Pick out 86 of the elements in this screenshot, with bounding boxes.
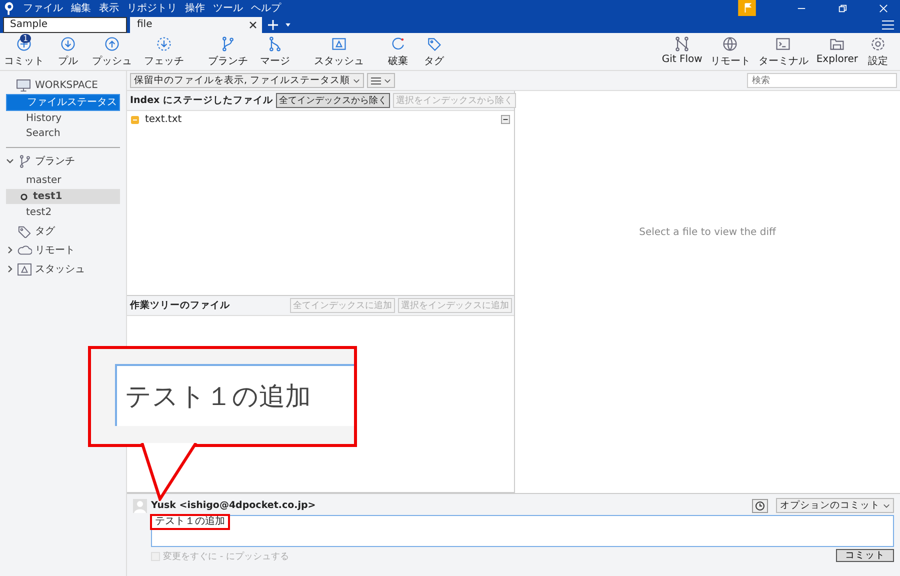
stash-icon <box>331 36 347 52</box>
menu-item[interactable]: ツール <box>213 1 243 15</box>
toolbar-button[interactable]: リモート <box>710 36 750 68</box>
menu-icon[interactable] <box>882 20 894 30</box>
pane-title: Index にステージしたファイル <box>130 94 273 107</box>
menu-item[interactable]: リポジトリ <box>127 1 177 15</box>
caret-icon <box>353 77 360 84</box>
tag-icon <box>426 36 442 52</box>
fetch-icon <box>156 36 172 52</box>
commit-button[interactable]: コミット <box>836 549 894 562</box>
pane-title: 作業ツリーのファイル <box>130 299 231 312</box>
current-branch-icon <box>20 192 28 200</box>
chevron-down-icon[interactable] <box>6 157 14 165</box>
branch-item[interactable]: test1 <box>6 189 120 204</box>
file-name[interactable]: text.txt <box>145 114 182 125</box>
toolbar-button[interactable]: マージ <box>260 36 290 68</box>
menu-item[interactable]: ヘルプ <box>251 1 281 15</box>
toolbar-button[interactable]: プル <box>56 36 80 68</box>
toolbar-button[interactable]: 破棄 <box>386 36 410 68</box>
history-button[interactable] <box>752 498 768 512</box>
flow-icon <box>674 36 690 52</box>
plus-icon <box>16 36 32 52</box>
discard-icon <box>390 36 406 52</box>
pane-button[interactable]: 全てインデックスから除く <box>276 93 390 108</box>
menu-item[interactable]: 表示 <box>99 1 119 15</box>
empty-diff-message: Select a file to view the diff <box>639 226 776 238</box>
sidebar-section[interactable]: タグ <box>35 224 55 238</box>
merge-icon <box>267 36 283 52</box>
menu-item[interactable]: 操作 <box>185 1 205 15</box>
close-icon[interactable] <box>879 4 888 12</box>
flag-icon[interactable] <box>737 0 757 16</box>
branch-icon <box>220 36 236 52</box>
toolbar-button[interactable]: タグ <box>422 36 446 68</box>
globe-icon <box>722 36 738 52</box>
gear-icon <box>870 36 886 52</box>
down-icon <box>60 36 76 52</box>
filter-dropdown[interactable]: 保留中のファイルを表示, ファイルステータス順 <box>130 73 364 88</box>
toolbar-button[interactable]: ターミナル <box>758 36 808 68</box>
chevron-right-icon[interactable] <box>6 246 14 254</box>
avatar-icon <box>133 498 147 512</box>
repo-tab[interactable]: file <box>130 17 248 33</box>
sidebar-item[interactable]: ファイルステータス <box>6 94 120 111</box>
zoomed-text: テスト１の追加 <box>125 380 311 414</box>
tag-icon <box>17 224 32 238</box>
caret-icon <box>883 502 890 509</box>
modified-status-icon <box>131 116 139 124</box>
view-mode-dropdown[interactable] <box>367 73 396 88</box>
toolbar-button[interactable]: フェッチ <box>144 36 184 68</box>
branch-item[interactable]: master <box>6 173 120 188</box>
branch-icon <box>17 154 32 168</box>
sidebar-section[interactable]: スタッシュ <box>35 262 85 276</box>
toolbar-button[interactable]: 設定 <box>866 36 890 68</box>
list-icon <box>371 76 382 84</box>
branch-item[interactable]: test2 <box>6 205 120 220</box>
checkbox-label: 変更をすぐに - にプッシュする <box>163 550 289 563</box>
add-tab-icon[interactable] <box>268 20 278 30</box>
unstage-icon[interactable] <box>501 115 510 124</box>
toolbar-button[interactable]: スタッシュ <box>314 36 364 68</box>
toolbar-button[interactable]: Git Flow <box>662 36 702 65</box>
folder-icon <box>829 36 846 52</box>
count-badge: 1 <box>20 34 32 43</box>
sidebar-item[interactable]: Search <box>6 126 120 141</box>
commit-options-dropdown[interactable]: オプションのコミット <box>776 498 894 513</box>
commit-message-field[interactable]: テスト１の追加 <box>151 515 894 547</box>
sidebar-section[interactable]: リモート <box>35 243 75 257</box>
stash-icon <box>17 262 32 276</box>
dropdown-icon[interactable] <box>284 21 292 29</box>
search-field[interactable]: 検索 <box>747 73 897 88</box>
author-name: Yusk <ishigo@4dpocket.co.jp> <box>151 500 316 511</box>
section-heading: WORKSPACE <box>35 80 98 91</box>
menu-item[interactable]: ファイル <box>23 1 63 15</box>
monitor-icon <box>16 79 31 92</box>
toolbar-button[interactable]: ブランチ <box>208 36 248 68</box>
chevron-right-icon[interactable] <box>6 265 14 273</box>
sidebar-section[interactable]: ブランチ <box>35 154 75 168</box>
caret-icon <box>384 77 392 84</box>
toolbar-button[interactable]: プッシュ <box>92 36 132 68</box>
toolbar-button[interactable]: 1 コミット <box>4 36 44 68</box>
sidebar-item[interactable]: History <box>6 111 120 126</box>
up-icon <box>104 36 120 52</box>
toolbar-button[interactable]: Explorer <box>816 36 858 65</box>
menu-item[interactable]: 編集 <box>71 1 91 15</box>
restore-icon[interactable] <box>838 4 847 12</box>
cloud-icon <box>17 244 32 256</box>
repo-tab[interactable]: Sample <box>3 17 127 33</box>
terminal-icon <box>775 36 792 52</box>
